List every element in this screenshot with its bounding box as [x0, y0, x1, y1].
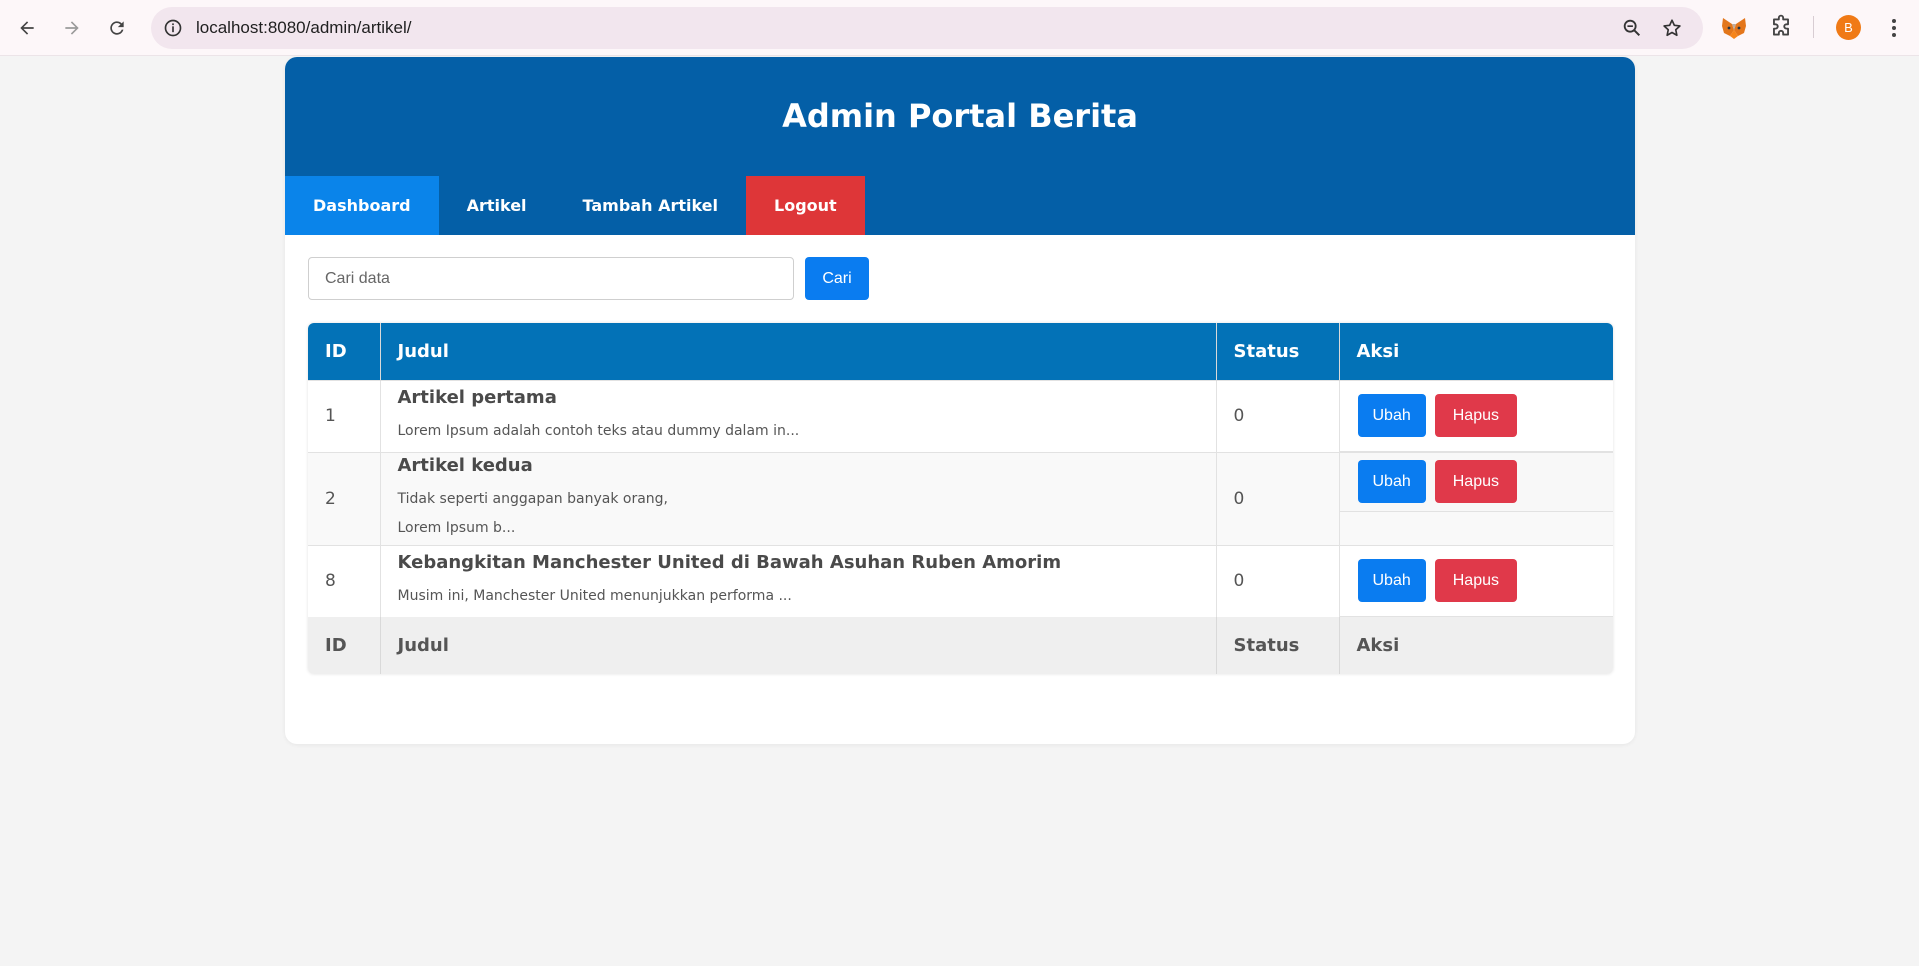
back-icon[interactable] [12, 13, 42, 43]
search-button[interactable]: Cari [805, 257, 869, 300]
toolbar-divider [1813, 16, 1814, 38]
action-group: Ubah Hapus [1339, 380, 1613, 452]
edit-button[interactable]: Ubah [1357, 394, 1426, 437]
table-row: 1 Artikel pertama Lorem Ipsum adalah con… [308, 379, 1613, 452]
admin-card: Admin Portal Berita Dashboard Artikel Ta… [285, 57, 1635, 744]
delete-button[interactable]: Hapus [1434, 460, 1517, 503]
article-title: Artikel kedua [397, 454, 533, 476]
forward-icon[interactable] [57, 13, 87, 43]
article-excerpt: Lorem Ipsum adalah contoh teks atau dumm… [397, 422, 800, 439]
menu-logout[interactable]: Logout [746, 176, 865, 235]
column-header-aksi: Aksi [1339, 323, 1613, 380]
menu-artikel[interactable]: Artikel [439, 176, 555, 235]
profile-avatar[interactable]: B [1836, 15, 1861, 40]
article-table: ID Judul Status Aksi 1 Artikel pertama L… [308, 323, 1613, 674]
table-footer-row: ID Judul Status Aksi [308, 616, 1613, 674]
cell-aksi: Ubah Hapus [1339, 544, 1613, 617]
action-group: Ubah Hapus [1339, 452, 1613, 512]
column-header-status: Status [1216, 323, 1340, 380]
zoom-icon[interactable] [1621, 17, 1643, 39]
article-excerpt: Tidak seperti anggapan banyak orang, Lor… [397, 490, 669, 536]
footer-header-status: Status [1216, 616, 1340, 674]
cell-aksi: Ubah Hapus [1339, 451, 1613, 545]
edit-button[interactable]: Ubah [1357, 559, 1426, 602]
url-text[interactable]: localhost:8080/admin/artikel/ [196, 18, 411, 38]
search-form: Cari [308, 257, 869, 300]
footer-header-judul: Judul [380, 616, 1217, 674]
action-group: Ubah Hapus [1339, 545, 1613, 617]
cell-id: 8 [308, 544, 381, 617]
site-header: Admin Portal Berita Dashboard Artikel Ta… [285, 57, 1635, 235]
reload-icon[interactable] [102, 13, 132, 43]
metamask-fox-icon[interactable] [1720, 14, 1748, 42]
table-row: 2 Artikel kedua Tidak seperti anggapan b… [308, 451, 1613, 545]
cell-judul: Artikel kedua Tidak seperti anggapan ban… [380, 451, 1217, 545]
table-header-row: ID Judul Status Aksi [308, 323, 1613, 380]
cell-aksi: Ubah Hapus [1339, 379, 1613, 452]
delete-button[interactable]: Hapus [1434, 394, 1517, 437]
article-excerpt: Musim ini, Manchester United menunjukkan… [397, 587, 792, 604]
cell-status: 0 [1216, 544, 1340, 617]
site-title: Admin Portal Berita [782, 97, 1138, 135]
cell-id: 1 [308, 379, 381, 452]
cell-judul: Artikel pertama Lorem Ipsum adalah conto… [380, 379, 1217, 452]
article-title: Artikel pertama [397, 386, 557, 408]
menu-dashboard[interactable]: Dashboard [285, 176, 439, 235]
more-menu-icon[interactable] [1882, 16, 1906, 40]
bookmark-star-icon[interactable] [1661, 17, 1683, 39]
footer-header-id: ID [308, 616, 381, 674]
delete-button[interactable]: Hapus [1434, 559, 1517, 602]
cell-id: 2 [308, 451, 381, 545]
main-menu: Dashboard Artikel Tambah Artikel Logout [285, 176, 865, 235]
menu-tambah-artikel[interactable]: Tambah Artikel [555, 176, 746, 235]
extensions-puzzle-icon[interactable] [1768, 14, 1794, 40]
cell-status: 0 [1216, 451, 1340, 545]
footer-header-aksi: Aksi [1339, 616, 1613, 674]
address-bar[interactable]: localhost:8080/admin/artikel/ [151, 7, 1703, 49]
column-header-id: ID [308, 323, 381, 380]
edit-button[interactable]: Ubah [1357, 460, 1426, 503]
column-header-judul: Judul [380, 323, 1217, 380]
site-info-icon[interactable] [163, 18, 183, 38]
browser-toolbar: localhost:8080/admin/artikel/ B [0, 0, 1919, 56]
cell-judul: Kebangkitan Manchester United di Bawah A… [380, 544, 1217, 617]
article-title: Kebangkitan Manchester United di Bawah A… [397, 551, 1062, 573]
search-input[interactable] [308, 257, 794, 300]
cell-status: 0 [1216, 379, 1340, 452]
table-row: 8 Kebangkitan Manchester United di Bawah… [308, 544, 1613, 617]
